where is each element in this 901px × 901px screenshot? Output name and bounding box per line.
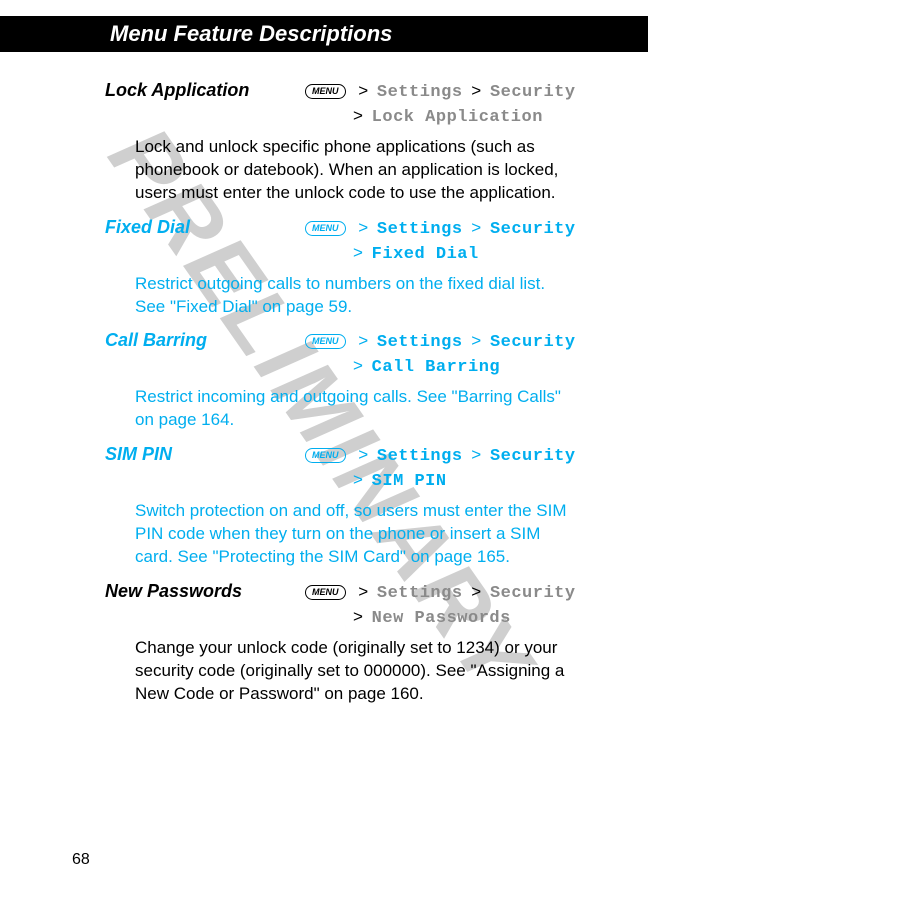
separator-icon: > — [467, 582, 485, 601]
separator-icon: > — [467, 218, 485, 237]
path-segment: Call Barring — [372, 358, 500, 377]
separator-icon: > — [354, 218, 372, 237]
separator-icon: > — [349, 243, 367, 262]
nav-path: MENU > Settings > Security > Fixed Dial — [305, 217, 576, 267]
path-segment: Security — [490, 220, 576, 239]
menu-icon: MENU — [305, 221, 346, 236]
separator-icon: > — [354, 582, 372, 601]
separator-icon: > — [354, 81, 372, 100]
entry-fixed-dial: Fixed Dial MENU > Settings > Security > … — [105, 217, 625, 319]
path-segment: Settings — [377, 220, 463, 239]
page-header: Menu Feature Descriptions — [0, 16, 648, 52]
entry-title: Lock Application — [105, 80, 305, 101]
menu-icon: MENU — [305, 334, 346, 349]
menu-icon: MENU — [305, 585, 346, 600]
path-segment: Fixed Dial — [372, 245, 479, 264]
separator-icon: > — [349, 470, 367, 489]
entry-new-passwords: New Passwords MENU > Settings > Security… — [105, 581, 625, 706]
separator-icon: > — [354, 331, 372, 350]
entry-description: Restrict outgoing calls to numbers on th… — [135, 273, 575, 319]
entry-description: Switch protection on and off, so users m… — [135, 500, 575, 569]
entry-title: Call Barring — [105, 330, 305, 351]
entry-sim-pin: SIM PIN MENU > Settings > Security > SIM… — [105, 444, 625, 569]
path-segment: Settings — [377, 447, 463, 466]
entry-lock-application: Lock Application MENU > Settings > Secur… — [105, 80, 625, 205]
menu-icon: MENU — [305, 84, 346, 99]
menu-icon: MENU — [305, 448, 346, 463]
separator-icon: > — [349, 106, 367, 125]
path-segment: Security — [490, 584, 576, 603]
entry-description: Lock and unlock specific phone applicati… — [135, 136, 575, 205]
path-segment: New Passwords — [372, 609, 511, 628]
nav-path: MENU > Settings > Security > New Passwor… — [305, 581, 576, 631]
separator-icon: > — [349, 356, 367, 375]
path-segment: Settings — [377, 584, 463, 603]
entry-title: SIM PIN — [105, 444, 305, 465]
nav-path: MENU > Settings > Security > Call Barrin… — [305, 330, 576, 380]
path-segment: Security — [490, 447, 576, 466]
nav-path: MENU > Settings > Security > SIM PIN — [305, 444, 576, 494]
path-segment: Lock Application — [372, 108, 543, 127]
entry-description: Change your unlock code (originally set … — [135, 637, 575, 706]
separator-icon: > — [354, 445, 372, 464]
path-segment: Security — [490, 333, 576, 352]
entry-title: New Passwords — [105, 581, 305, 602]
separator-icon: > — [349, 607, 367, 626]
path-segment: Security — [490, 83, 576, 102]
separator-icon: > — [467, 81, 485, 100]
separator-icon: > — [467, 331, 485, 350]
content-area: Lock Application MENU > Settings > Secur… — [105, 80, 625, 718]
path-segment: SIM PIN — [372, 472, 447, 491]
entry-title: Fixed Dial — [105, 217, 305, 238]
path-segment: Settings — [377, 333, 463, 352]
separator-icon: > — [467, 445, 485, 464]
entry-description: Restrict incoming and outgoing calls. Se… — [135, 386, 575, 432]
path-segment: Settings — [377, 83, 463, 102]
entry-call-barring: Call Barring MENU > Settings > Security … — [105, 330, 625, 432]
nav-path: MENU > Settings > Security > Lock Applic… — [305, 80, 576, 130]
page-number: 68 — [72, 851, 90, 869]
